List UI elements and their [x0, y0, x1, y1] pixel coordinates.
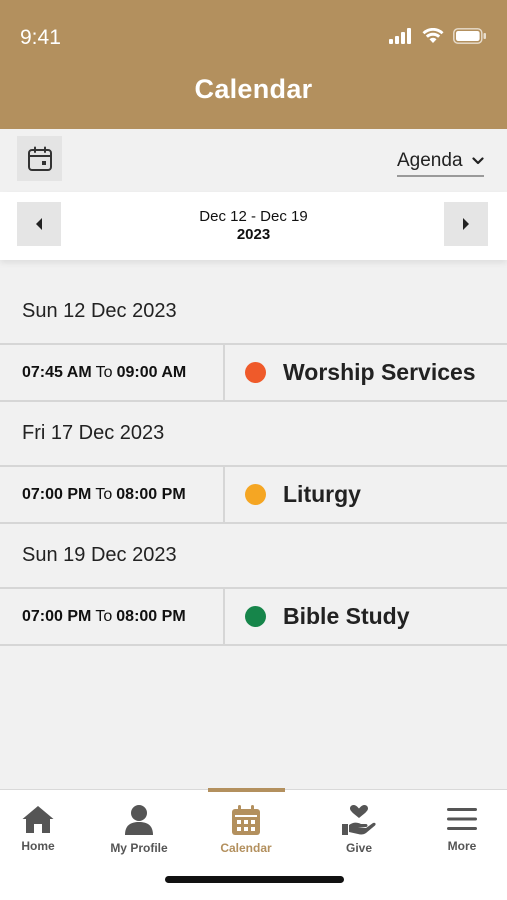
date-range-year: 2023 [236, 226, 271, 243]
chevron-down-icon [472, 157, 484, 165]
page-title: Calendar [194, 74, 313, 104]
day-header: Sun 19 Dec 2023 [22, 544, 177, 566]
event-color-dot [245, 606, 266, 627]
menu-icon [447, 808, 477, 830]
event-title: Worship Services [283, 359, 476, 385]
event-title-cell: Liturgy [225, 467, 507, 522]
event-title-cell: Bible Study [225, 589, 507, 644]
event-start-time: 07:00 PM [22, 607, 92, 625]
event-title-cell: Worship Services [225, 345, 507, 400]
view-mode-value: Agenda [397, 150, 463, 171]
home-icon [22, 806, 54, 833]
date-range-dates: Dec 12 - Dec 19 [199, 208, 308, 225]
tab-label: Calendar [220, 841, 272, 855]
agenda-list: Sun 12 Dec 2023 07:45 AM To 09:00 AM Wor… [0, 280, 507, 646]
event-color-dot [245, 484, 266, 505]
bottom-tab-bar: Home My Profile Calendar Give More [0, 788, 507, 900]
status-icons [389, 28, 487, 44]
status-time: 9:41 [20, 26, 61, 49]
event-row[interactable]: 07:00 PM To 08:00 PM Bible Study [0, 587, 507, 646]
signal-icon [389, 28, 411, 44]
view-mode-select[interactable]: Agenda [397, 147, 484, 177]
toolbar: Agenda [0, 129, 507, 192]
tab-label: Home [21, 839, 55, 853]
tab-my-profile[interactable]: My Profile [94, 790, 184, 860]
day-header: Sun 12 Dec 2023 [22, 300, 177, 322]
tab-label: More [447, 839, 477, 853]
event-color-dot [245, 362, 266, 383]
give-icon [342, 805, 376, 835]
battery-icon [453, 28, 486, 44]
date-range-label: Dec 12 - Dec 19 2023 [0, 208, 507, 244]
calendar-picker-button[interactable] [17, 136, 62, 181]
calendar-icon [27, 146, 52, 171]
date-range-nav: Dec 12 - Dec 19 2023 [0, 192, 507, 260]
event-start-time: 07:00 PM [22, 485, 92, 503]
tab-home[interactable]: Home [0, 790, 83, 860]
event-title: Liturgy [283, 481, 361, 507]
tab-calendar[interactable]: Calendar [201, 790, 291, 860]
event-time-separator: To [95, 607, 113, 625]
user-icon [125, 805, 153, 835]
event-end-time: 08:00 PM [116, 607, 186, 625]
calendar-icon [232, 805, 260, 835]
event-start-time: 07:45 AM [22, 363, 92, 381]
app-header: 9:41 Calendar [0, 0, 507, 129]
event-end-time: 09:00 AM [116, 363, 187, 381]
tab-give[interactable]: Give [314, 790, 404, 860]
tab-label: My Profile [110, 841, 168, 855]
home-indicator [165, 876, 344, 883]
event-time: 07:45 AM To 09:00 AM [0, 345, 225, 400]
event-time-separator: To [95, 363, 113, 381]
event-time: 07:00 PM To 08:00 PM [0, 589, 225, 644]
event-title: Bible Study [283, 603, 410, 629]
event-row[interactable]: 07:45 AM To 09:00 AM Worship Services [0, 343, 507, 402]
next-week-button[interactable] [444, 202, 488, 246]
event-time-separator: To [95, 485, 113, 503]
event-row[interactable]: 07:00 PM To 08:00 PM Liturgy [0, 465, 507, 524]
tab-label: Give [345, 841, 372, 855]
caret-right-icon [463, 218, 469, 230]
day-header: Fri 17 Dec 2023 [22, 422, 165, 444]
event-end-time: 08:00 PM [116, 485, 186, 503]
event-time: 07:00 PM To 08:00 PM [0, 467, 225, 522]
wifi-icon [422, 28, 444, 43]
tab-more[interactable]: More [417, 790, 507, 860]
